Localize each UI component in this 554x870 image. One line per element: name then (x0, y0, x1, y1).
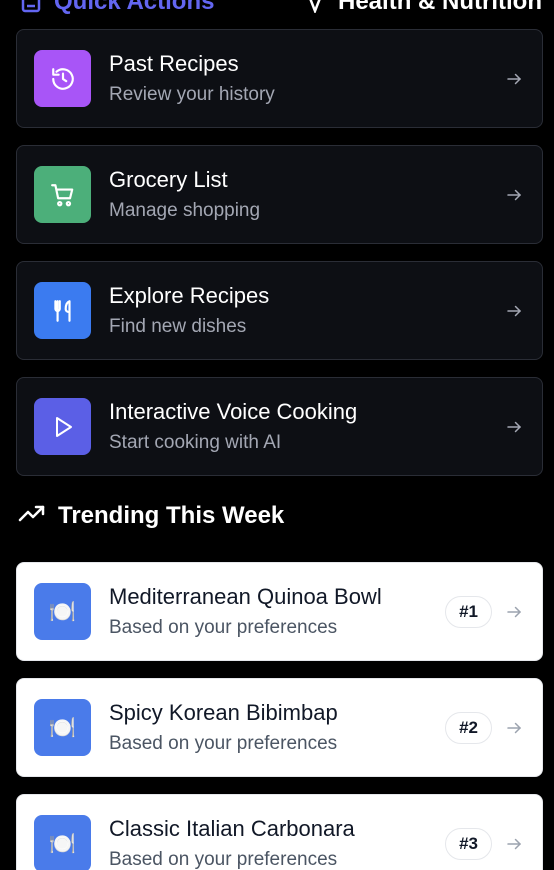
arrow-right-icon (504, 834, 524, 854)
quick-action-title: Explore Recipes (109, 283, 270, 308)
arrow-right-icon (504, 301, 524, 321)
quick-action-title: Interactive Voice Cooking (109, 399, 358, 424)
trending-item-title: Spicy Korean Bibimbap (109, 700, 338, 725)
trending-item-title: Mediterranean Quinoa Bowl (109, 584, 382, 609)
history-icon (34, 50, 91, 107)
arrow-right-icon (504, 417, 524, 437)
clipboard-icon (20, 0, 42, 13)
health-nutrition-heading: Health & Nutrition (304, 0, 542, 16)
trending-heading: Trending This Week (18, 502, 284, 530)
quick-action-subtitle: Manage shopping (109, 200, 261, 221)
health-nutrition-title: Health & Nutrition (338, 0, 542, 15)
plate-icon: 🍽️ (34, 583, 91, 640)
quick-actions-title: Quick Actions (54, 0, 215, 15)
rank-badge: #1 (445, 595, 492, 628)
top-headings: Quick Actions Health & Nutrition (0, 0, 554, 15)
trending-item[interactable]: 🍽️ Spicy Korean Bibimbap Based on your p… (16, 678, 543, 777)
arrow-right-icon (504, 69, 524, 89)
trending-up-icon (18, 502, 46, 530)
trending-item-subtitle: Based on your preferences (109, 617, 338, 638)
rank-badge: #3 (445, 827, 492, 860)
quick-action-explore-recipes[interactable]: Explore Recipes Find new dishes (16, 261, 543, 360)
trending-list: 🍽️ Mediterranean Quinoa Bowl Based on yo… (16, 562, 543, 870)
quick-action-past-recipes[interactable]: Past Recipes Review your history (16, 29, 543, 128)
trending-title: Trending This Week (58, 502, 285, 529)
trending-item-title: Classic Italian Carbonara (109, 816, 355, 841)
quick-action-subtitle: Start cooking with AI (109, 432, 282, 453)
quick-action-title: Grocery List (109, 167, 228, 192)
quick-actions-heading: Quick Actions (20, 0, 214, 16)
arrow-right-icon (504, 185, 524, 205)
quick-actions-list: Past Recipes Review your history Grocery… (16, 29, 543, 493)
quick-action-title: Past Recipes (109, 51, 239, 76)
play-icon (34, 398, 91, 455)
trending-item-subtitle: Based on your preferences (109, 849, 338, 870)
cart-icon (34, 166, 91, 223)
trending-item[interactable]: 🍽️ Classic Italian Carbonara Based on yo… (16, 794, 543, 870)
rank-badge: #2 (445, 711, 492, 744)
arrow-right-icon (504, 718, 524, 738)
quick-action-grocery-list[interactable]: Grocery List Manage shopping (16, 145, 543, 244)
quick-action-subtitle: Find new dishes (109, 316, 247, 337)
heartbeat-icon (304, 0, 326, 13)
arrow-right-icon (504, 602, 524, 622)
trending-item-subtitle: Based on your preferences (109, 733, 338, 754)
trending-item[interactable]: 🍽️ Mediterranean Quinoa Bowl Based on yo… (16, 562, 543, 661)
plate-icon: 🍽️ (34, 699, 91, 756)
quick-action-voice-cooking[interactable]: Interactive Voice Cooking Start cooking … (16, 377, 543, 476)
plate-icon: 🍽️ (34, 815, 91, 870)
quick-action-subtitle: Review your history (109, 84, 275, 105)
utensils-icon (34, 282, 91, 339)
